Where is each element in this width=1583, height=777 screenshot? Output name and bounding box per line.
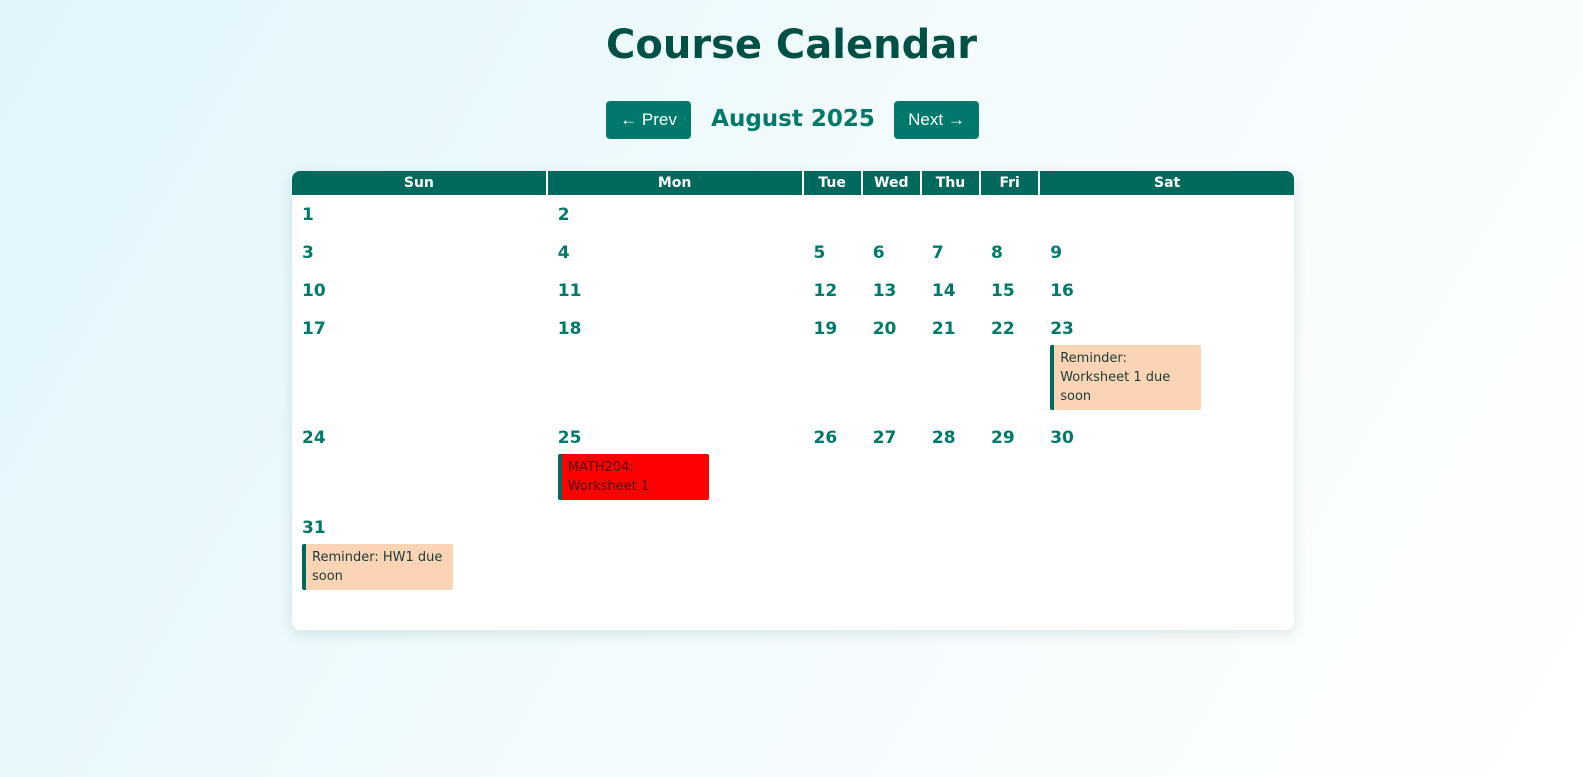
calendar-day-cell[interactable]: 9 bbox=[1040, 233, 1294, 271]
next-month-button[interactable]: Next → bbox=[894, 101, 979, 139]
calendar-day-cell[interactable]: 10 bbox=[292, 271, 546, 309]
day-number: 6 bbox=[872, 243, 885, 263]
day-number: 25 bbox=[557, 428, 582, 448]
day-number: 23 bbox=[1050, 319, 1074, 339]
page-title: Course Calendar bbox=[606, 22, 977, 68]
calendar-day-cell[interactable]: 6 bbox=[863, 233, 920, 271]
day-number: 29 bbox=[991, 428, 1015, 448]
day-number: 27 bbox=[872, 428, 897, 448]
calendar-day-cell[interactable]: 31 Reminder: HW1 due soon bbox=[292, 508, 546, 598]
calendar-day-cell[interactable]: 1 bbox=[292, 195, 546, 233]
month-navigation: ← Prev August 2025 Next → bbox=[0, 101, 1583, 139]
calendar-day-cell[interactable]: 27 bbox=[863, 418, 920, 508]
reminder-event[interactable]: Reminder: Worksheet 1 due soon bbox=[1050, 345, 1202, 410]
weekday-header: Wed bbox=[862, 171, 920, 195]
calendar-day-cell[interactable]: 11 bbox=[548, 271, 802, 309]
day-number: 3 bbox=[302, 243, 314, 263]
calendar-week-row: 10 11 12 13 14 15 16 bbox=[292, 271, 1294, 309]
day-number: 13 bbox=[872, 281, 897, 301]
day-number: 11 bbox=[557, 281, 582, 301]
day-number: 26 bbox=[813, 428, 838, 448]
calendar-day-cell[interactable]: 12 bbox=[804, 271, 861, 309]
day-number: 28 bbox=[931, 428, 956, 448]
calendar-empty-cell bbox=[863, 195, 920, 233]
weekday-header: Fri bbox=[981, 171, 1039, 195]
calendar-table: Sun Mon Tue Wed Thu Fri Sat 1 2 3 4 5 6 7 8 9 10 1… bbox=[292, 171, 1294, 598]
calendar-body: 1 2 3 4 5 6 7 8 9 10 11 12 13 14 15 16 17 18 19 20 21 22 23 Rem… bbox=[292, 195, 1294, 598]
day-number: 10 bbox=[302, 281, 326, 301]
calendar-day-cell[interactable]: 19 bbox=[804, 309, 861, 418]
calendar-day-cell[interactable]: 28 bbox=[922, 418, 979, 508]
day-number: 17 bbox=[302, 319, 326, 339]
calendar-day-cell[interactable]: 4 bbox=[548, 233, 802, 271]
calendar-day-cell[interactable]: 15 bbox=[981, 271, 1038, 309]
current-month-label: August 2025 bbox=[711, 106, 875, 132]
day-number: 19 bbox=[813, 319, 838, 339]
calendar-day-cell[interactable]: 30 bbox=[1040, 418, 1294, 508]
day-number: 15 bbox=[991, 281, 1015, 301]
day-number: 22 bbox=[991, 319, 1015, 339]
day-number: 24 bbox=[302, 428, 326, 448]
day-number: 4 bbox=[557, 243, 570, 263]
calendar-day-cell[interactable]: 7 bbox=[922, 233, 979, 271]
day-number: 31 bbox=[302, 518, 326, 538]
calendar-day-cell[interactable]: 16 bbox=[1040, 271, 1294, 309]
calendar-day-cell[interactable]: 29 bbox=[981, 418, 1038, 508]
calendar-empty-cell bbox=[922, 195, 979, 233]
weekday-header: Sat bbox=[1040, 171, 1294, 195]
weekday-header: Tue bbox=[803, 171, 861, 195]
calendar-day-cell[interactable]: 22 bbox=[981, 309, 1038, 418]
calendar-day-cell[interactable]: 20 bbox=[863, 309, 920, 418]
calendar-day-cell[interactable]: 24 bbox=[292, 418, 546, 508]
assignment-event[interactable]: MATH204: Worksheet 1 bbox=[557, 454, 709, 500]
calendar-day-cell[interactable]: 25 MATH204: Worksheet 1 bbox=[548, 418, 802, 508]
calendar-week-row: 3 4 5 6 7 8 9 bbox=[292, 233, 1294, 271]
calendar-week-row: 31 Reminder: HW1 due soon bbox=[292, 508, 1294, 598]
weekday-header-row: Sun Mon Tue Wed Thu Fri Sat bbox=[292, 171, 1294, 195]
calendar-week-row: 17 18 19 20 21 22 23 Reminder: Worksheet 1 due … bbox=[292, 309, 1294, 418]
day-number: 9 bbox=[1050, 243, 1063, 263]
calendar-day-cell[interactable]: 14 bbox=[922, 271, 979, 309]
calendar-day-cell[interactable]: 13 bbox=[863, 271, 920, 309]
weekday-header: Sun bbox=[292, 171, 546, 195]
calendar-day-cell[interactable]: 18 bbox=[548, 309, 802, 418]
day-number: 16 bbox=[1050, 281, 1074, 301]
day-number: 12 bbox=[813, 281, 838, 301]
calendar-empty-cell bbox=[804, 195, 861, 233]
day-number: 5 bbox=[813, 243, 826, 263]
calendar-day-cell[interactable]: 26 bbox=[804, 418, 861, 508]
day-number: 7 bbox=[931, 243, 944, 263]
calendar-day-cell[interactable]: 5 bbox=[804, 233, 861, 271]
day-number: 21 bbox=[931, 319, 956, 339]
calendar-day-cell[interactable]: 21 bbox=[922, 309, 979, 418]
day-number: 14 bbox=[931, 281, 956, 301]
calendar-empty-cell bbox=[1040, 195, 1294, 233]
calendar-day-cell[interactable]: 17 bbox=[292, 309, 546, 418]
calendar-day-cell[interactable]: 2 bbox=[548, 195, 802, 233]
prev-month-button[interactable]: ← Prev bbox=[606, 101, 691, 139]
calendar-week-row: 24 25 MATH204: Worksheet 1 26 27 28 29 30 bbox=[292, 418, 1294, 508]
day-number: 8 bbox=[991, 243, 1003, 263]
calendar-empty-cell bbox=[981, 195, 1038, 233]
day-number: 20 bbox=[872, 319, 897, 339]
day-number: 30 bbox=[1050, 428, 1074, 448]
reminder-event[interactable]: Reminder: HW1 due soon bbox=[302, 544, 453, 590]
calendar-day-cell[interactable]: 8 bbox=[981, 233, 1038, 271]
weekday-header: Mon bbox=[547, 171, 802, 195]
weekday-header: Thu bbox=[921, 171, 980, 195]
day-number: 2 bbox=[557, 205, 570, 225]
calendar-grid: Sun Mon Tue Wed Thu Fri Sat 1 2 3 4 5 6 7 8 9 10 1… bbox=[292, 171, 1294, 630]
calendar-day-cell[interactable]: 23 Reminder: Worksheet 1 due soon bbox=[1040, 309, 1294, 418]
day-number: 18 bbox=[557, 319, 582, 339]
calendar-day-cell[interactable]: 3 bbox=[292, 233, 546, 271]
day-number: 1 bbox=[302, 205, 314, 225]
calendar-week-row: 12 bbox=[292, 195, 1294, 233]
